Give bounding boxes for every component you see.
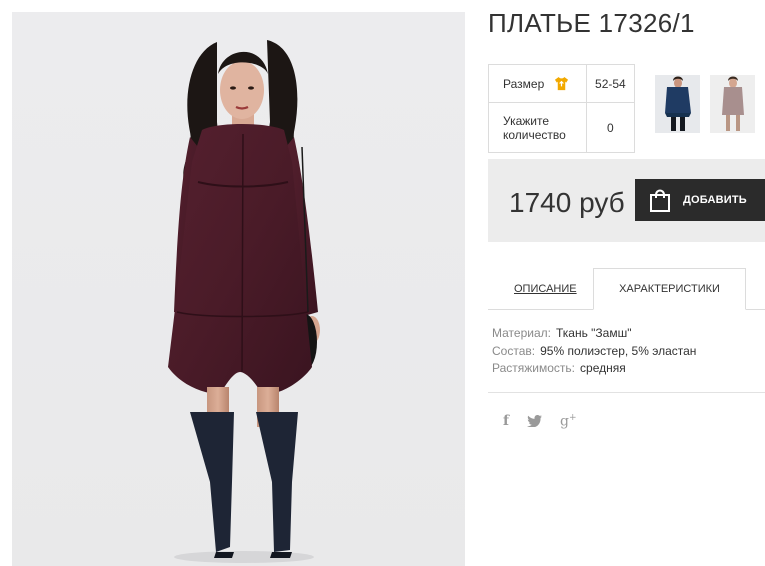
plus-sign: + — [569, 413, 577, 423]
size-select[interactable]: 52-54 — [585, 64, 636, 103]
size-label-cell: Размер — [488, 64, 587, 103]
product-options-table: Размер 52-54 Укажите количество 0 — [488, 64, 636, 153]
tab-characteristics[interactable]: ХАРАКТЕРИСТИКИ — [593, 268, 746, 310]
price: 1740 руб — [509, 187, 625, 218]
product-photo[interactable] — [12, 12, 465, 566]
product-title: ПЛАТЬЕ 17326/1 — [488, 8, 695, 38]
spec-key: Состав: — [492, 343, 536, 358]
spec-value: средняя — [580, 361, 626, 375]
tshirt-icon[interactable] — [554, 76, 569, 91]
quantity-label: Укажите количество — [488, 102, 587, 153]
spec-row: Растяжимость: средняя — [492, 360, 696, 378]
spec-key: Материал: — [492, 326, 551, 340]
tab-description[interactable]: ОПИСАНИЕ — [514, 283, 577, 295]
thumb-grey-dress[interactable] — [710, 75, 755, 133]
dress-photo — [12, 12, 465, 566]
specs-divider — [488, 392, 765, 393]
google-plus-letter: g — [560, 413, 569, 430]
specs-list: Материал: Ткань "Замш" Состав: 95% полиэст… — [492, 325, 696, 378]
price-box: 1740 руб ДОБАВИТЬ — [488, 159, 765, 242]
shopping-bag-icon — [650, 189, 670, 212]
spec-key: Растяжимость: — [492, 361, 576, 375]
add-to-cart-label: ДОБАВИТЬ — [683, 194, 747, 206]
twitter-icon[interactable] — [527, 415, 543, 428]
thumb-navy-dress[interactable] — [655, 75, 700, 133]
social-share: f g+ — [503, 413, 577, 430]
spec-value: 95% полиэстер, 5% эластан — [540, 343, 697, 358]
spec-row: Материал: Ткань "Замш" — [492, 325, 696, 343]
quantity-input[interactable]: 0 — [585, 102, 636, 153]
add-to-cart-button[interactable]: ДОБАВИТЬ — [635, 179, 765, 221]
google-plus-icon[interactable]: g+ — [560, 413, 577, 430]
size-label: Размер — [503, 76, 545, 91]
facebook-icon[interactable]: f — [503, 413, 509, 429]
product-tabs: ОПИСАНИЕ ХАРАКТЕРИСТИКИ — [488, 268, 765, 310]
spec-row: Состав: 95% полиэстер, 5% эластан — [492, 343, 696, 361]
spec-value: Ткань "Замш" — [555, 326, 632, 340]
